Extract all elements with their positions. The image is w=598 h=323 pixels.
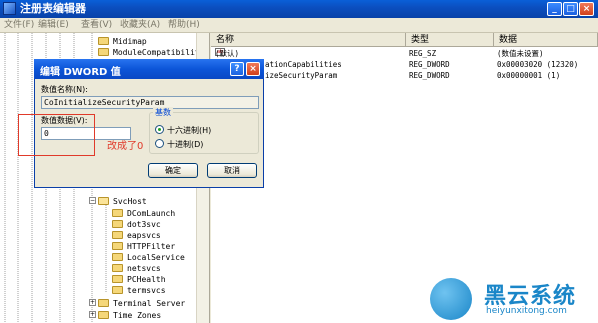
folder-icon — [112, 253, 123, 261]
decimal-radio-label: 十进制(D) — [167, 140, 204, 149]
base-group-title: 基数 — [153, 107, 173, 118]
annotation-text: 改成了0 — [107, 141, 144, 152]
tree-item[interactable]: Time Zones — [98, 309, 161, 321]
minimize-button[interactable]: _ — [547, 2, 562, 16]
help-button[interactable]: ? — [230, 62, 244, 76]
menu-edit[interactable]: 编辑(E) — [38, 19, 69, 31]
menu-bar: 文件(F) 编辑(E) 查看(V) 收藏夹(A) 帮助(H) — [0, 18, 598, 33]
close-button[interactable]: × — [579, 2, 594, 16]
watermark-url: heiyunxitong.com — [486, 306, 567, 316]
tree-item-svchost[interactable]: SvcHost — [98, 195, 147, 207]
annotation-highlight-box — [18, 114, 95, 156]
folder-icon — [112, 231, 123, 239]
collapse-icon[interactable]: − — [89, 197, 96, 204]
maximize-button[interactable]: □ — [563, 2, 578, 16]
folder-icon — [98, 299, 109, 307]
cancel-button[interactable]: 取消 — [207, 163, 257, 178]
folder-icon — [112, 264, 123, 272]
menu-help[interactable]: 帮助(H) — [168, 19, 200, 31]
tree-item[interactable]: ModuleCompatibility — [98, 46, 205, 58]
expand-icon[interactable]: + — [89, 299, 96, 306]
column-header-type[interactable]: 类型 — [406, 33, 494, 47]
dialog-title: 编辑 DWORD 值 — [40, 67, 121, 78]
window-title: 注册表编辑器 — [20, 2, 86, 15]
folder-icon — [112, 209, 123, 217]
folder-icon — [112, 286, 123, 294]
folder-icon — [112, 242, 123, 250]
menu-view[interactable]: 查看(V) — [81, 19, 112, 31]
folder-icon — [98, 311, 109, 319]
title-bar[interactable]: 注册表编辑器 _ □ × — [0, 0, 598, 18]
tree-item[interactable]: Terminal Server — [98, 297, 185, 309]
dialog-close-button[interactable]: × — [246, 62, 260, 76]
hex-radio[interactable] — [155, 125, 164, 134]
ok-button[interactable]: 确定 — [148, 163, 198, 178]
brand-logo-icon — [430, 278, 472, 320]
column-header-data[interactable]: 数据 — [494, 33, 598, 47]
tree-item[interactable]: termsvcs — [112, 284, 166, 296]
menu-favorites[interactable]: 收藏夹(A) — [120, 19, 160, 31]
decimal-radio[interactable] — [155, 139, 164, 148]
dialog-title-bar[interactable]: 编辑 DWORD 值 ? × — [34, 59, 264, 79]
list-item[interactable]: ationCapabilities REG_DWORD 0x00003020 (… — [211, 59, 598, 70]
folder-icon — [112, 275, 123, 283]
folder-icon — [112, 220, 123, 228]
list-item[interactable]: izeSecurityParam REG_DWORD 0x00000001 (1… — [211, 70, 598, 81]
folder-icon — [98, 37, 109, 45]
regedit-icon — [3, 2, 16, 15]
folder-icon — [98, 48, 109, 56]
value-name-field: CoInitializeSecurityParam — [41, 96, 259, 109]
watermark: 黑云系统 heiyunxitong.com — [430, 276, 598, 323]
list-item[interactable]: ab (默认) REG_SZ (数值未设置) — [211, 48, 598, 59]
column-header-name[interactable]: 名称 — [211, 33, 406, 47]
open-folder-icon — [98, 197, 109, 205]
value-name-label: 数值名称(N): — [41, 85, 88, 94]
menu-file[interactable]: 文件(F) — [4, 19, 34, 31]
hex-radio-label: 十六进制(H) — [167, 126, 212, 135]
expand-icon[interactable]: + — [89, 311, 96, 318]
